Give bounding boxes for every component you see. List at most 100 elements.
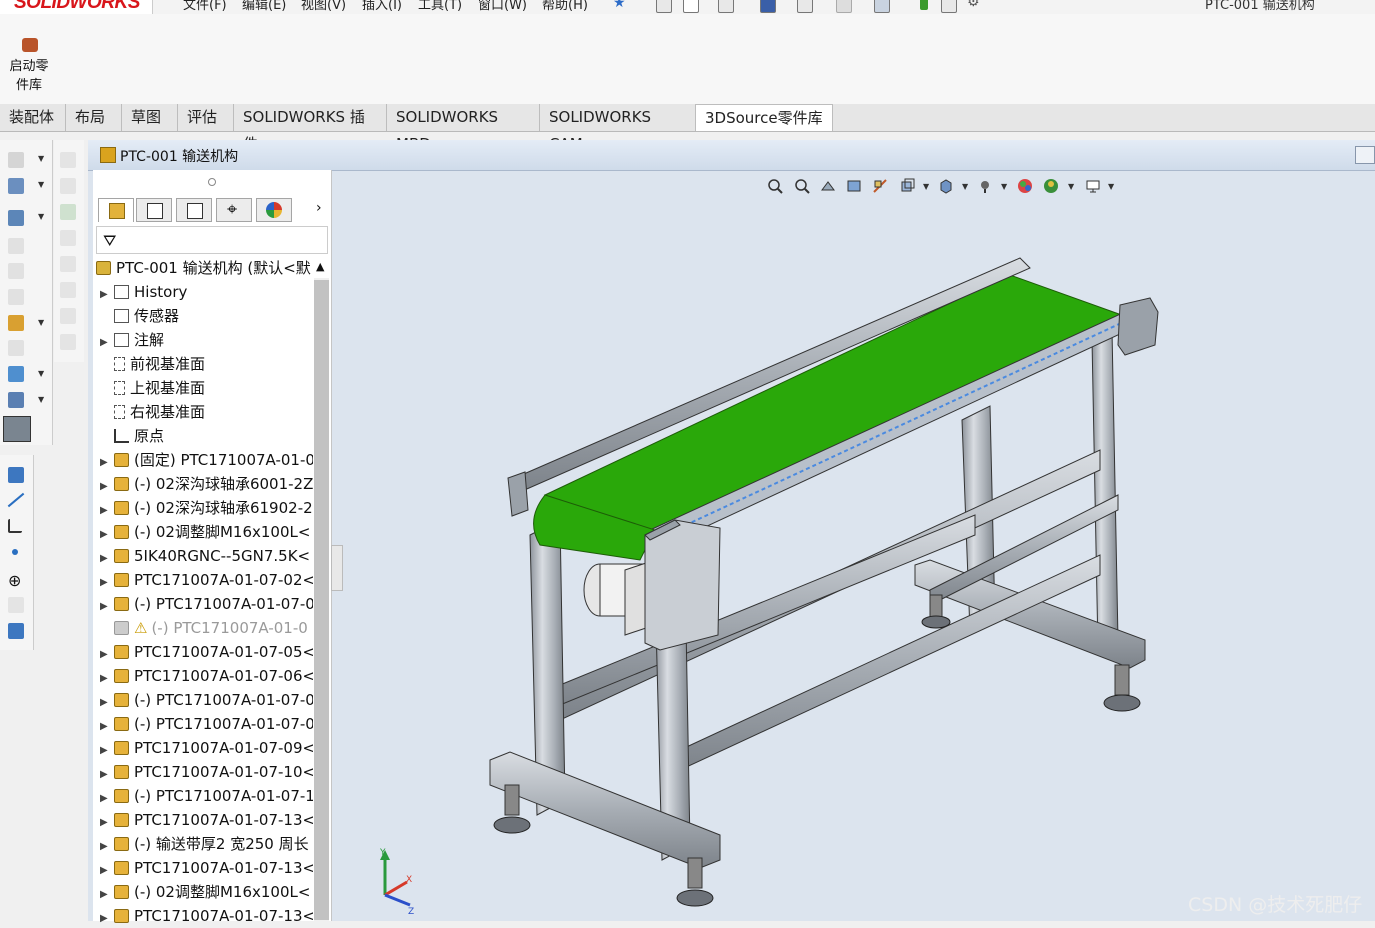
chevron-down-icon[interactable]: ▼ — [38, 395, 44, 404]
tree-item[interactable]: ▶ (-) PTC171007A-01-07-0 — [100, 688, 313, 712]
print-icon[interactable] — [797, 0, 813, 13]
menu-window[interactable]: 窗口(W) — [478, 0, 527, 13]
tab-solidworks-addins[interactable]: SOLIDWORKS 插件 — [234, 104, 387, 153]
tab-3dsource-library[interactable]: 3DSource零件库 — [696, 104, 833, 131]
tree-item[interactable]: ▶ (-) 02调整脚M16x100L< — [100, 880, 313, 904]
menu-view[interactable]: 视图(V) — [301, 0, 346, 13]
tree-item[interactable]: ▶ (-) PTC171007A-01-07-0 — [100, 712, 313, 736]
tree-item[interactable]: ▶ (-) 02深沟球轴承61902-2 — [100, 496, 313, 520]
mate-icon[interactable] — [8, 178, 24, 194]
tab-evaluate[interactable]: 评估 — [178, 104, 234, 131]
new-motion-study-icon[interactable] — [8, 392, 24, 408]
expand-arrow-icon[interactable]: ▶ — [100, 643, 114, 664]
view-triad[interactable]: Y X Z — [379, 848, 414, 917]
tree-item[interactable]: ▶ (-) 02调整脚M16x100L< — [100, 520, 313, 544]
expand-arrow-icon[interactable]: ▶ — [100, 835, 114, 856]
interference-icon[interactable] — [60, 334, 76, 350]
tree-item[interactable]: ▶ (-) PTC171007A-01-07-1 — [100, 784, 313, 808]
tree-item[interactable]: ▶ PTC171007A-01-07-10< — [100, 760, 313, 784]
menu-tools[interactable]: 工具(T) — [418, 0, 462, 13]
menu-help[interactable]: 帮助(H) — [542, 0, 588, 13]
edit-component-icon[interactable] — [60, 178, 76, 194]
expand-arrow-icon[interactable]: ▶ — [100, 907, 114, 928]
tree-item[interactable]: ▶ PTC171007A-01-07-13< — [100, 904, 313, 928]
gear-motor[interactable] — [583, 559, 656, 636]
tree-item[interactable]: ▶ PTC171007A-01-07-13< — [100, 856, 313, 880]
menu-edit[interactable]: 编辑(E) — [242, 0, 286, 13]
chevron-up-icon[interactable]: ▲ — [316, 260, 324, 273]
tree-item[interactable]: ▶ PTC171007A-01-07-06< — [100, 664, 313, 688]
coordinate-system-icon[interactable] — [8, 519, 22, 533]
annotation-text-icon[interactable] — [60, 204, 76, 220]
pin-icon[interactable]: ★ — [613, 0, 626, 11]
tree-item[interactable]: ▶ (-) PTC171007A-01-07-0 — [100, 592, 313, 616]
expand-arrow-icon[interactable]: ▶ — [100, 811, 114, 832]
explode-view-icon[interactable] — [60, 308, 76, 324]
scrollbar-thumb[interactable] — [314, 280, 329, 920]
menu-insert[interactable]: 插入(I) — [362, 0, 402, 13]
tab-layout[interactable]: 布局 — [66, 104, 122, 131]
expand-arrow-icon[interactable]: ▶ — [100, 691, 114, 712]
tab-assembly[interactable]: 装配体 — [0, 104, 66, 131]
leveling-foot-4[interactable] — [921, 594, 951, 629]
window-restore-button[interactable] — [1355, 146, 1375, 164]
part-library-icon[interactable] — [22, 38, 38, 52]
text-icon[interactable] — [60, 152, 76, 168]
tab-solidworks-mbd[interactable]: SOLIDWORKS MBD — [387, 104, 540, 153]
tree-item[interactable]: 传感器 — [100, 304, 313, 328]
tree-item[interactable]: ▶ PTC171007A-01-07-09< — [100, 736, 313, 760]
expand-arrow-icon[interactable]: ▶ — [100, 571, 114, 592]
measure-icon[interactable] — [3, 416, 31, 442]
center-of-mass-icon[interactable]: ⊕ — [8, 571, 21, 590]
tree-item[interactable]: 前视基准面 — [100, 352, 313, 376]
tree-item[interactable]: ▶ (-) 输送带厚2 宽250 周长 — [100, 832, 313, 856]
assembly-features-icon[interactable] — [8, 340, 24, 356]
linear-pattern-icon[interactable] — [8, 238, 24, 254]
replace-components-icon[interactable] — [60, 230, 76, 246]
tree-item[interactable]: ▶ PTC171007A-01-07-05< — [100, 640, 313, 664]
chevron-right-icon[interactable]: › — [316, 200, 322, 216]
solidworks-logo[interactable]: SOLIDWORKS — [0, 0, 153, 14]
tree-item[interactable]: ⚠ (-) PTC171007A-01-0 — [100, 616, 313, 640]
file-properties-icon[interactable] — [941, 0, 957, 13]
tree-item[interactable]: 右视基准面 — [100, 400, 313, 424]
panel-grip-icon[interactable] — [208, 178, 216, 186]
expand-arrow-icon[interactable]: ▶ — [100, 283, 114, 304]
tree-item[interactable]: ▶ (-) 02深沟球轴承6001-2Z — [100, 472, 313, 496]
insert-component-icon[interactable] — [8, 152, 24, 168]
expand-arrow-icon[interactable]: ▶ — [100, 331, 114, 352]
tab-configurationmanager[interactable] — [176, 198, 212, 222]
expand-arrow-icon[interactable]: ▶ — [100, 739, 114, 760]
tree-item[interactable]: ▶ PTC171007A-01-07-02< — [100, 568, 313, 592]
tree-item[interactable]: ▶ (固定) PTC171007A-01-0 — [100, 448, 313, 472]
expand-arrow-icon[interactable]: ▶ — [100, 715, 114, 736]
expand-arrow-icon[interactable]: ▶ — [100, 475, 114, 496]
expand-arrow-icon[interactable]: ▶ — [100, 499, 114, 520]
launch-part-library-button[interactable]: 启动零件库 — [4, 57, 54, 95]
tab-dimxpert[interactable]: ⌖ — [216, 198, 252, 222]
show-hidden-icon[interactable] — [8, 315, 24, 331]
chevron-down-icon[interactable]: ▼ — [38, 369, 44, 378]
tab-propertymanager[interactable] — [136, 198, 172, 222]
component-preview-icon[interactable] — [8, 210, 24, 226]
tree-root[interactable]: PTC-001 输送机构 (默认<默 — [96, 256, 314, 280]
expand-arrow-icon[interactable]: ▶ — [100, 547, 114, 568]
mirror-components-icon[interactable] — [60, 282, 76, 298]
open-icon[interactable] — [718, 0, 734, 13]
tree-item[interactable]: ▶ History — [100, 280, 313, 304]
tab-sketch[interactable]: 草图 — [122, 104, 178, 131]
point-icon[interactable] — [12, 549, 18, 555]
tree-item[interactable]: 原点 — [100, 424, 313, 448]
home-icon[interactable] — [656, 0, 672, 13]
mate-reference-icon[interactable] — [8, 597, 24, 613]
chevron-down-icon[interactable]: ▼ — [38, 180, 44, 189]
tree-filter[interactable]: ⛛ — [96, 226, 328, 254]
expand-arrow-icon[interactable]: ▶ — [100, 787, 114, 808]
options-gear-icon[interactable]: ⚙ — [967, 0, 980, 10]
reference-geometry-icon[interactable] — [8, 366, 24, 382]
expand-arrow-icon[interactable]: ▶ — [100, 667, 114, 688]
chevron-down-icon[interactable]: ▼ — [38, 318, 44, 327]
leveling-foot-3[interactable] — [1103, 664, 1141, 712]
rebuild-icon[interactable] — [920, 0, 928, 10]
tab-display-manager[interactable] — [256, 198, 292, 222]
